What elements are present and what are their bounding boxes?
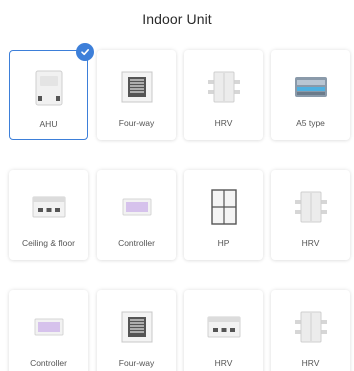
ceiling-floor-icon [29,187,69,227]
unit-label: Controller [118,238,155,248]
selected-check-icon [76,43,94,61]
unit-label: Controller [30,358,67,368]
unit-card-hrv[interactable]: HRV [271,290,350,371]
page-title: Indoor Unit [142,11,212,27]
unit-label: A5 type [296,118,325,128]
unit-card-hrv[interactable]: HRV [184,50,263,140]
unit-card-hrv[interactable]: HRV [271,170,350,260]
unit-label: HP [217,238,230,248]
controller-icon [29,307,69,347]
hrv-icon [291,187,331,227]
four-way-cassette-icon [117,307,157,347]
unit-row: Controller Four-way HRV HRV [6,290,350,371]
unit-label: HRV [214,358,233,368]
unit-label: HRV [214,118,233,128]
hrv-icon [204,67,244,107]
a5-type-icon [291,67,331,107]
unit-card-ahu[interactable]: AHU [9,43,94,140]
hrv-icon [291,307,331,347]
unit-row: Ceiling & floor Controller HP HRV [6,170,350,260]
unit-label: Ceiling & floor [22,238,75,248]
controller-icon [117,187,157,227]
unit-label: AHU [39,119,58,129]
unit-card-controller[interactable]: Controller [97,170,176,260]
four-way-cassette-icon [117,67,157,107]
unit-card-hp[interactable]: HP [184,170,263,260]
unit-card-controller[interactable]: Controller [9,290,88,371]
unit-label: Four-way [118,358,155,368]
unit-label: HRV [301,238,320,248]
unit-card-ceiling-floor[interactable]: Ceiling & floor [9,170,88,260]
unit-row: AHU Four-way HRV A5 type [6,43,350,140]
unit-card-ceiling-hrv[interactable]: HRV [184,290,263,371]
unit-label: Four-way [118,118,155,128]
unit-label: HRV [301,358,320,368]
ahu-icon [29,68,69,108]
hp-icon [204,187,244,227]
unit-card-four-way[interactable]: Four-way [97,290,176,371]
ceiling-hrv-icon [204,307,244,347]
unit-card-a5-type[interactable]: A5 type [271,50,350,140]
unit-card-four-way[interactable]: Four-way [97,50,176,140]
